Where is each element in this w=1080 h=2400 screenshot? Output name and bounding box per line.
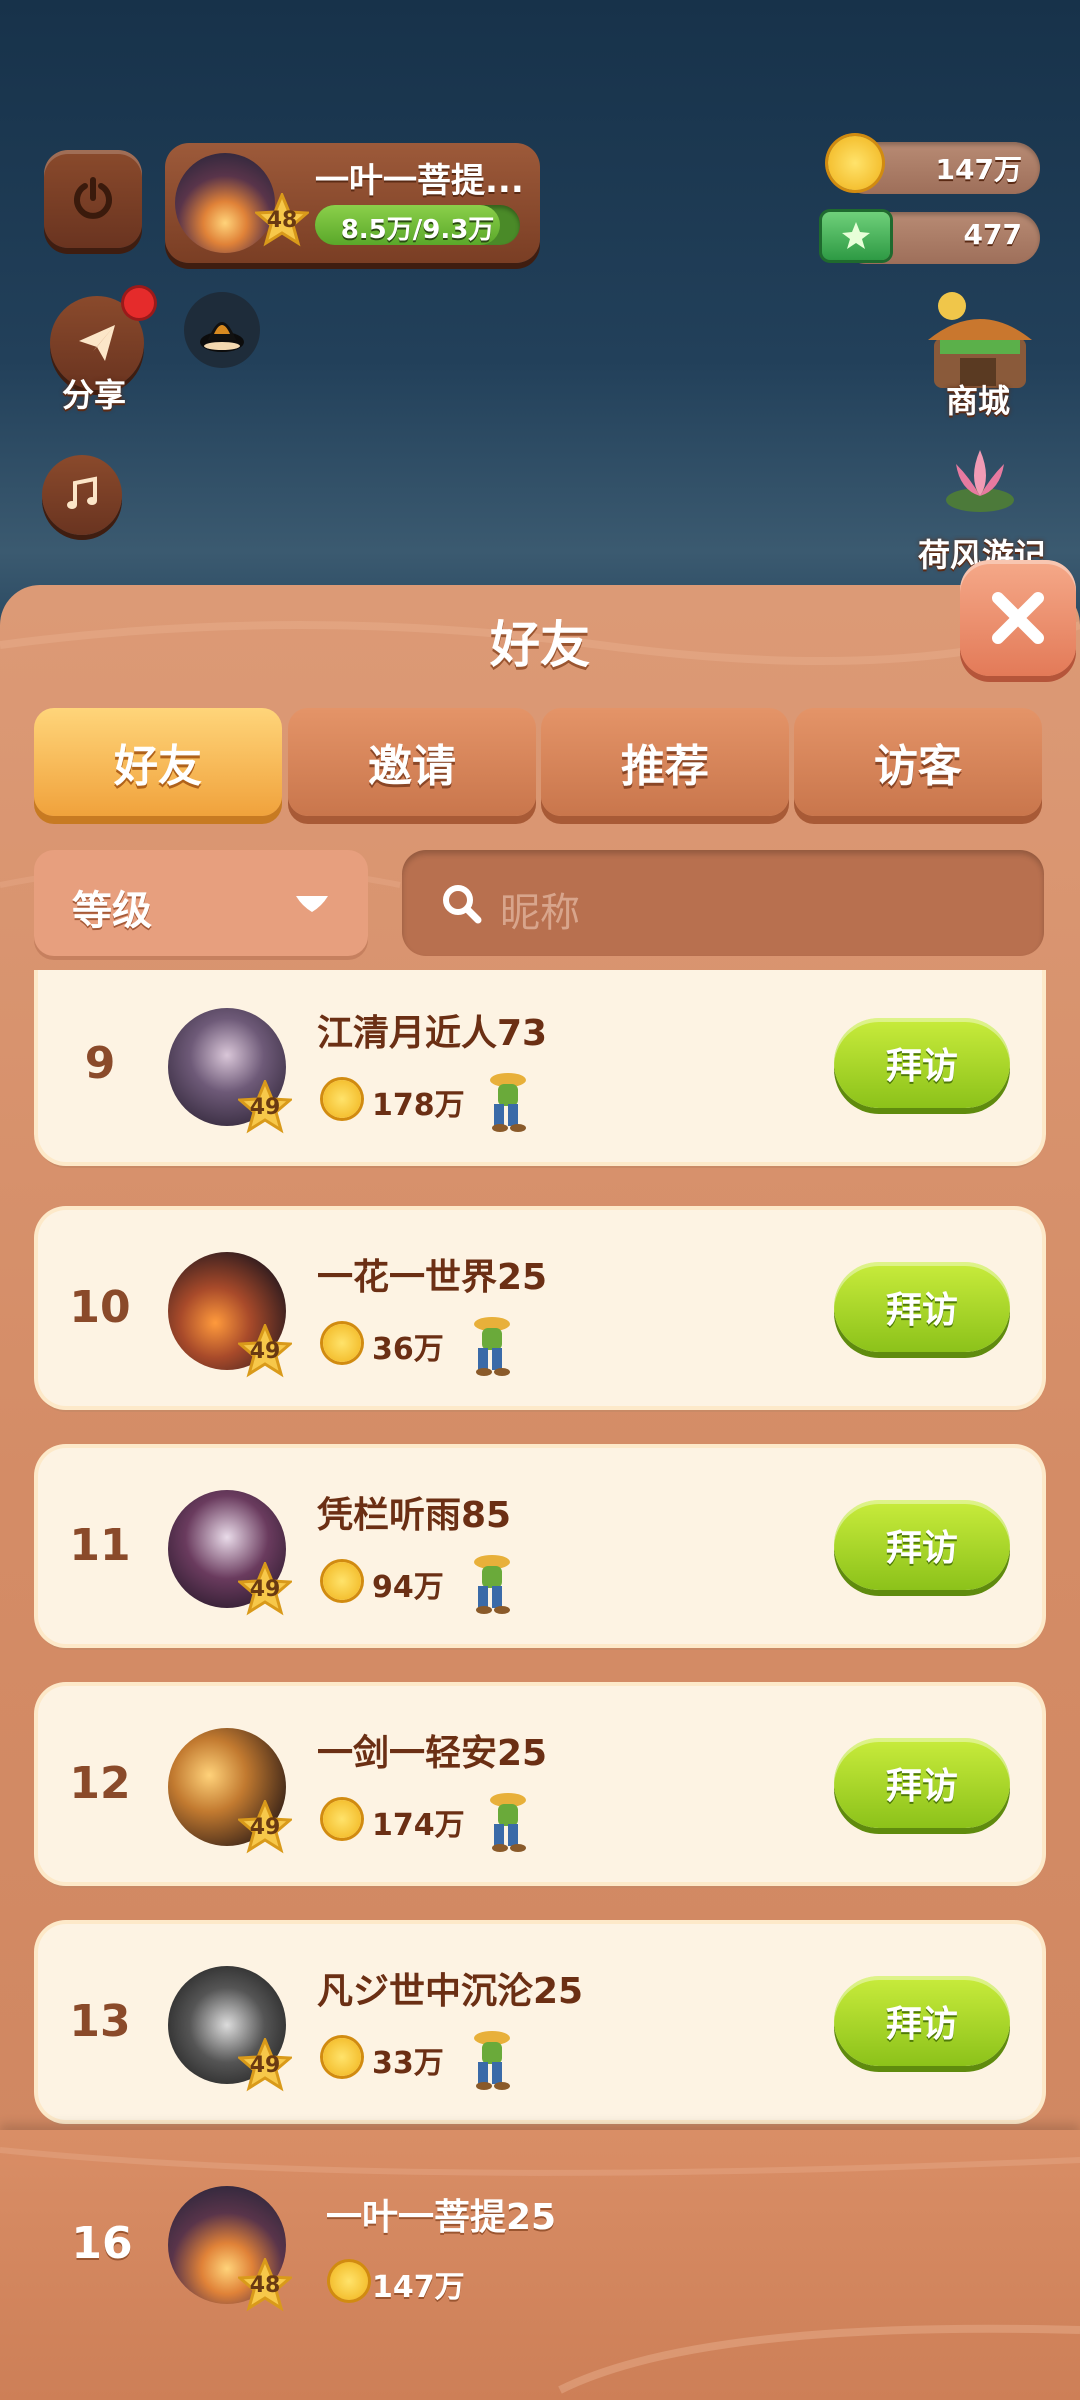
my-coins: 147万 [372,2270,465,2305]
friend-coins: 178万 [372,1088,465,1123]
tab-invite[interactable]: 邀请 [288,708,536,816]
exp-bar: 8.5万/9.3万 [315,205,520,245]
list-item: 9 49 江清月近人73 178万 拜访 [38,970,1042,1162]
cash-value: 477 [963,218,1022,251]
farmer-icon [474,2031,510,2090]
lotus-icon [946,450,1014,512]
coin-icon [330,2262,368,2300]
music-button[interactable] [42,455,122,535]
rank-number: 11 [69,1520,131,1571]
rank-number: 10 [69,1282,131,1333]
search-input[interactable] [402,850,1044,956]
friend-coins: 174万 [372,1808,465,1843]
coin-icon [323,1324,361,1362]
event-button[interactable] [930,430,1040,530]
my-rank-bar: 16 48 一叶一菩提25 147万 [0,2130,1080,2400]
sort-dropdown-label: 等级 [72,888,152,934]
search-icon [443,885,482,924]
close-button[interactable] [960,560,1076,676]
friend-name: 一剑一轻安25 [317,1733,548,1774]
tab-recommend[interactable]: 推荐 [541,708,789,816]
search-placeholder: 昵称 [500,890,580,936]
exp-text: 8.5万/9.3万 [340,215,495,245]
friend-coins: 33万 [372,2046,444,2081]
coins-value: 147万 [935,153,1022,186]
level-badge: 49 [238,1562,292,1616]
character-button[interactable] [184,292,260,368]
level-badge: 49 [238,1800,292,1854]
visit-button[interactable]: 拜访 [834,1018,1010,1108]
close-icon [992,592,1044,644]
coin-icon [323,1562,361,1600]
coin-icon [323,1080,361,1118]
shop-label: 商城 [946,382,1011,420]
tab-friends[interactable]: 好友 [34,708,282,816]
rank-number: 9 [84,1038,116,1089]
farmer-icon [474,1317,510,1376]
list-item: 13 49 凡ジ世中沉沦25 33万 拜访 [38,1924,1042,2120]
friend-name: 凭栏听雨85 [317,1495,512,1536]
visit-button[interactable]: 拜访 [834,1500,1010,1590]
level-badge: 49 [238,1080,292,1134]
level-badge: 49 [238,2038,292,2092]
friends-list[interactable]: 9 49 江清月近人73 178万 拜访 10 49 一花一世界25 36万 拜… [0,970,1080,2130]
farmer-icon [490,1073,526,1132]
player-profile[interactable]: 48 一叶一菩提... 8.5万/9.3万 [165,143,540,263]
coin-icon [323,2038,361,2076]
my-rank-number: 16 [71,2218,133,2269]
power-icon [74,177,112,219]
cash-icon [822,212,890,260]
wood-grain-decoration [0,2147,1080,2394]
my-level-badge: 48 [238,2258,292,2312]
tab-visitors[interactable]: 访客 [794,708,1042,816]
visit-button[interactable]: 拜访 [834,1976,1010,2066]
my-name: 一叶一菩提25 [326,2197,557,2238]
coin-icon [828,136,882,190]
friend-name: 江清月近人73 [317,1013,548,1054]
notification-dot [124,288,154,318]
paper-plane-icon [79,325,115,361]
player-name: 一叶一菩提... [315,161,524,201]
share-label: 分享 [62,376,127,414]
visit-button[interactable]: 拜访 [834,1738,1010,1828]
power-button[interactable] [44,150,142,248]
player-level-badge: 48 [255,193,309,247]
music-note-icon [67,476,97,509]
rank-number: 13 [69,1996,131,2047]
farmer-icon [490,1793,526,1852]
list-item: 11 49 凭栏听雨85 94万 拜访 [38,1448,1042,1644]
list-item: 10 49 一花一世界25 36万 拜访 [38,1210,1042,1406]
panel-title: 好友 [490,616,590,674]
visit-button[interactable]: 拜访 [834,1262,1010,1352]
farmer-icon [474,1555,510,1614]
friend-coins: 36万 [372,1332,444,1367]
friend-name: 一花一世界25 [317,1257,548,1298]
chevron-down-icon [296,896,328,912]
friend-coins: 94万 [372,1570,444,1605]
list-item: 12 49 一剑一轻安25 174万 拜访 [38,1686,1042,1882]
rank-number: 12 [69,1758,131,1809]
level-badge: 49 [238,1324,292,1378]
character-icon [200,322,244,352]
friend-name: 凡ジ世中沉沦25 [317,1971,584,2012]
coin-icon [323,1800,361,1838]
